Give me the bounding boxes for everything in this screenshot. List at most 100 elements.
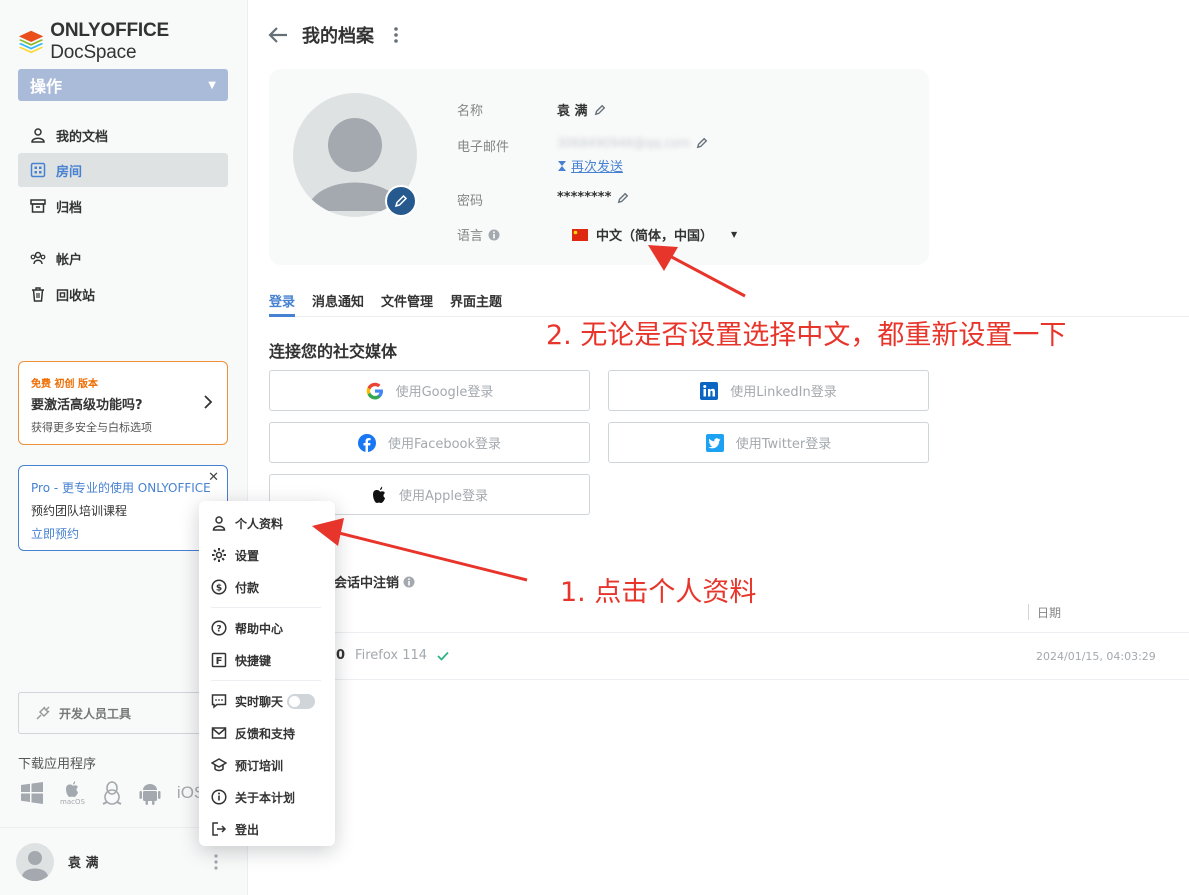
more-vertical-icon[interactable] [214,854,218,870]
annotation-arrow-1 [312,518,528,582]
menu-item-label: 帮助中心 [235,621,284,636]
promo-pro-banner: Pro - 更专业的使用 ONLYOFFICE 预约团队培训课程 立即预约 ✕ [18,465,228,551]
apple-icon [372,486,385,503]
tab-login[interactable]: 登录 [269,287,296,317]
pencil-icon[interactable] [617,192,629,204]
mail-icon [211,727,227,739]
macos-icon[interactable]: macOS [60,780,85,806]
password-label: 密码 [457,194,484,209]
sidebar-item-label: 回收站 [56,288,96,304]
profile-card: 名称 袁 满 电子邮件 3068490946@qq.com 再次发送 密码 **… [269,69,929,265]
pencil-icon[interactable] [594,104,606,116]
tab-notifications[interactable]: 消息通知 [312,287,364,317]
info-icon[interactable] [488,229,500,241]
menu-item-live-chat[interactable]: 实时聊天 [199,685,335,717]
page-header: 我的档案 [268,22,398,48]
android-icon[interactable] [139,781,161,805]
actions-label: 操作 [30,77,63,96]
live-chat-toggle[interactable] [287,694,315,709]
promo-tag: 免费 初创 版本 [31,379,98,390]
email-text: 3068490946@qq.com [557,136,691,150]
linkedin-login-button[interactable]: 使用LinkedIn登录 [608,370,929,411]
sidebar-item-my-documents[interactable]: 我的文档 [18,118,228,152]
linkedin-login-label: 使用LinkedIn登录 [730,385,837,400]
developer-tools-button[interactable]: 开发人员工具 [18,692,228,734]
actions-button[interactable]: 操作 ▼ [18,69,228,101]
twitter-login-button[interactable]: 使用Twitter登录 [608,422,929,463]
sidebar-item-trash[interactable]: 回收站 [18,277,228,311]
menu-item-about[interactable]: 关于本计划 [199,781,335,813]
linkedin-icon [700,381,719,400]
rooms-icon [30,162,46,178]
menu-item-label: 个人资料 [235,516,284,531]
svg-text:?: ? [216,625,221,635]
back-arrow-icon[interactable] [268,26,288,44]
developer-tools-label: 开发人员工具 [59,706,132,721]
plug-icon [36,706,50,720]
menu-item-profile[interactable]: 个人资料 [199,507,335,539]
name-text: 袁 满 [557,104,588,119]
training-icon [211,758,227,772]
sidebar-item-rooms[interactable]: 房间 [18,153,228,187]
logo[interactable]: ONLYOFFICE DocSpace [18,20,247,64]
password-value: ******** [557,190,629,205]
pencil-icon[interactable] [696,137,708,149]
chevron-down-icon: ▼ [208,79,216,91]
macos-caption: macOS [60,798,85,806]
session-date: 2024/01/15, 04:03:29 [1036,650,1156,663]
menu-item-label: 设置 [235,548,260,563]
menu-item-label: 实时聊天 [235,694,284,709]
menu-item-help-center[interactable]: ? 帮助中心 [199,612,335,644]
date-column-header: 日期 [1028,604,1061,620]
facebook-login-label: 使用Facebook登录 [387,437,502,452]
tab-file-management[interactable]: 文件管理 [381,287,433,317]
menu-item-hotkeys[interactable]: F 快捷键 [199,644,335,676]
tab-interface-theme[interactable]: 界面主题 [450,287,502,317]
facebook-login-button[interactable]: 使用Facebook登录 [269,422,590,463]
name-value: 袁 满 [557,100,606,119]
edit-avatar-button[interactable] [385,185,417,217]
language-label: 语言 [457,225,500,244]
archive-icon [30,199,46,213]
china-flag-icon [572,228,588,241]
more-vertical-icon[interactable] [394,27,398,43]
name-label: 名称 [457,104,484,119]
annotation-step-2: 2. 无论是否设置选择中文，都重新设置一下 [546,320,1067,351]
sidebar-item-archive[interactable]: 归档 [18,189,228,223]
menu-item-book-training[interactable]: 预订培训 [199,749,335,781]
hourglass-icon [558,160,566,171]
sidebar-item-accounts[interactable]: 帐户 [18,241,228,275]
apple-login-label: 使用Apple登录 [398,489,488,504]
email-value: 3068490946@qq.com [557,136,708,150]
sidebar-item-label: 房间 [56,164,83,180]
windows-icon[interactable] [20,781,44,805]
menu-item-label: 付款 [235,580,260,595]
info-icon[interactable] [403,576,415,588]
hotkeys-icon: F [211,652,227,668]
close-icon[interactable]: ✕ [208,470,219,485]
google-login-button[interactable]: 使用Google登录 [269,370,590,411]
book-now-link[interactable]: 立即预约 [31,525,215,542]
menu-item-payment[interactable]: $ 付款 [199,571,335,603]
promo-pro-title: Pro - 更专业的使用 ONLYOFFICE [31,481,211,495]
menu-item-label: 反馈和支持 [235,726,296,741]
menu-separator [211,680,321,681]
pencil-icon [394,194,408,208]
menu-item-feedback[interactable]: 反馈和支持 [199,717,335,749]
promo-free-banner[interactable]: 免费 初创 版本 要激活高级功能吗? 获得更多安全与白标选项 [18,361,228,445]
session-row: 0 Firefox 114 [336,648,449,663]
avatar[interactable] [16,842,54,881]
accounts-icon [30,251,46,265]
svg-text:$: $ [216,584,222,594]
menu-item-settings[interactable]: 设置 [199,539,335,571]
language-text: 中文（简体，中国） [596,229,714,244]
menu-item-logout[interactable]: 登出 [199,813,335,845]
resend-link[interactable]: 再次发送 [557,156,623,175]
gear-icon [212,548,226,562]
linux-icon[interactable] [101,780,123,806]
brand-name: ONLYOFFICE DocSpace [50,20,169,63]
language-selector[interactable]: 中文（简体，中国） ▼ [572,225,737,244]
svg-text:F: F [216,656,223,667]
menu-item-label: 快捷键 [235,653,272,668]
download-apps: macOS iOS [20,780,205,806]
